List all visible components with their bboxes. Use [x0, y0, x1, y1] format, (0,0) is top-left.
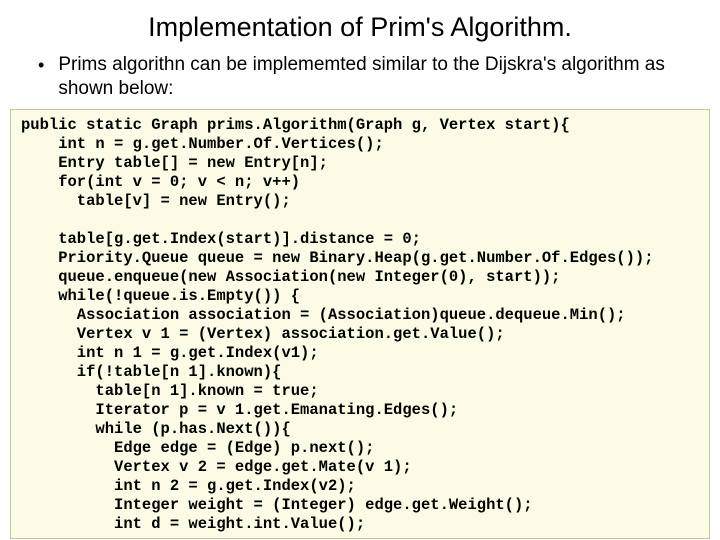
code-block: public static Graph prims.Algorithm(Grap… — [10, 109, 710, 539]
slide: Implementation of Prim's Algorithm. • Pr… — [0, 0, 720, 540]
bullet-item: • Prims algorithn can be implememted sim… — [16, 53, 704, 101]
bullet-text: Prims algorithn can be implememted simil… — [58, 53, 704, 101]
slide-title: Implementation of Prim's Algorithm. — [16, 12, 704, 43]
bullet-dot-icon: • — [38, 53, 44, 77]
